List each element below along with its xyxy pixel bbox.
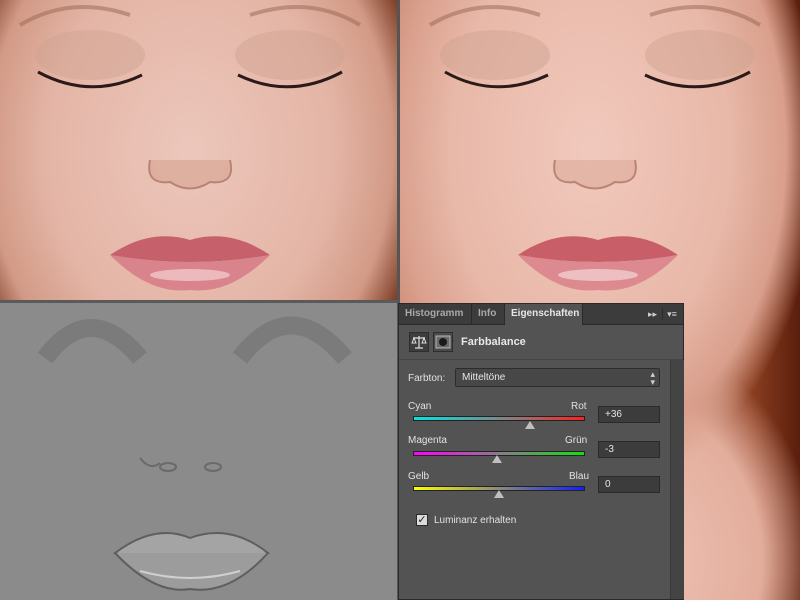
layer-mask-icon[interactable] — [433, 332, 453, 352]
magenta-green-slider-thumb[interactable] — [492, 455, 503, 463]
up-down-arrows-icon: ▴ ▾ — [650, 369, 655, 387]
panel-tab-bar: Histogramm Info Eigenschaften ▸▸ ▾≡ — [399, 304, 683, 325]
slider-yellow-label: Gelb — [408, 471, 430, 482]
tone-label: Farbton: — [408, 373, 446, 384]
cyan-red-value-input[interactable]: +36 — [598, 406, 660, 423]
adjustment-title: Farbbalance — [461, 336, 526, 348]
cyan-red-slider-track[interactable] — [413, 416, 585, 421]
slider-magenta-label: Magenta — [408, 435, 447, 446]
horizontal-divider — [0, 300, 397, 303]
magenta-green-value-input[interactable]: -3 — [598, 441, 660, 458]
slider-red-label: Rot — [571, 401, 587, 412]
tab-properties[interactable]: Eigenschaften — [505, 304, 583, 325]
panel-menu-icon[interactable]: ▾≡ — [662, 308, 681, 320]
tone-select[interactable]: Mitteltöne ▴ ▾ — [455, 368, 660, 387]
tab-info[interactable]: Info — [472, 304, 505, 324]
balance-scale-icon[interactable] — [409, 332, 429, 352]
slider-cyan-label: Cyan — [408, 401, 432, 412]
cyan-red-slider-thumb[interactable] — [524, 421, 535, 429]
properties-panel: Histogramm Info Eigenschaften ▸▸ ▾≡ Farb… — [398, 303, 684, 600]
yellow-blue-value-input[interactable]: 0 — [598, 476, 660, 493]
slider-blue-label: Blau — [569, 471, 590, 482]
slider-green-label: Grün — [565, 435, 588, 446]
panel-scrollbar[interactable] — [670, 360, 684, 599]
double-chevron-right-icon[interactable]: ▸▸ — [648, 304, 657, 324]
frequency-layer-preview — [0, 303, 397, 600]
luminance-checkbox[interactable]: ✓ — [416, 514, 428, 526]
face-before — [18, 5, 362, 291]
checkmark-icon: ✓ — [417, 514, 427, 526]
tone-select-value: Mitteltöne — [462, 372, 506, 383]
luminance-label: Luminanz erhalten — [434, 515, 517, 526]
adjustment-header: Farbbalance — [399, 325, 683, 360]
yellow-blue-slider-thumb[interactable] — [494, 490, 504, 498]
photo-before — [0, 0, 397, 303]
face-highpass — [37, 316, 352, 591]
tab-histogram[interactable]: Histogramm — [399, 304, 472, 324]
